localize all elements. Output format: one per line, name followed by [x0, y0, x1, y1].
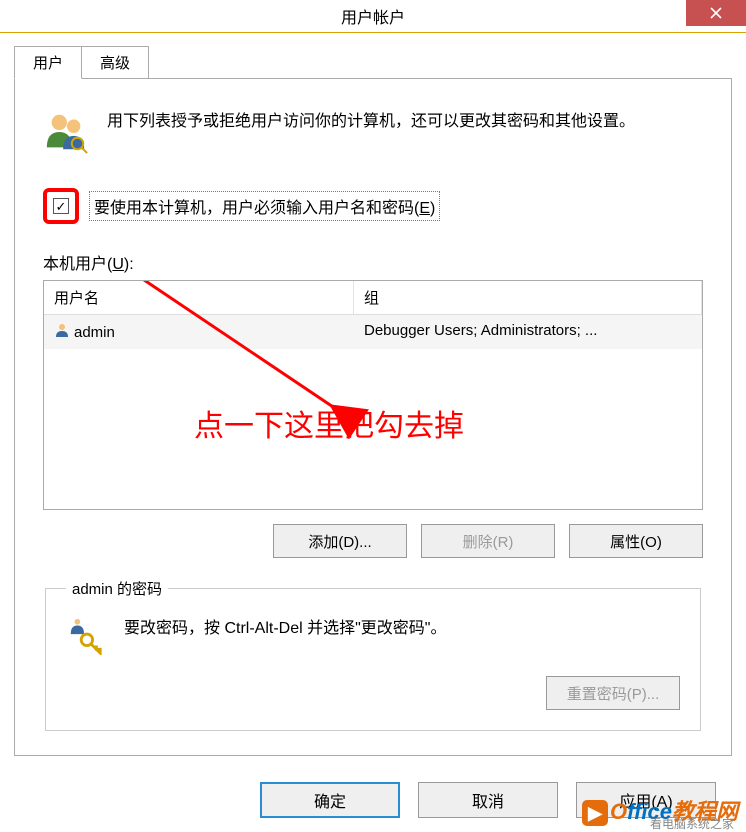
require-login-label[interactable]: 要使用本计算机，用户必须输入用户名和密码(E) [89, 191, 440, 221]
key-icon [66, 617, 104, 658]
checkbox-highlight: ✓ [43, 188, 79, 224]
close-icon [710, 7, 722, 19]
user-list-label: 本机用户(U): [43, 250, 703, 274]
reset-password-button: 重置密码(P)... [546, 676, 680, 710]
close-button[interactable] [686, 0, 746, 26]
annotation-text: 点一下这里把勾去掉 [194, 401, 464, 445]
titlebar: 用户帐户 [0, 0, 746, 33]
window-title: 用户帐户 [341, 4, 405, 28]
tab-strip: 用户 高级 [0, 33, 746, 78]
tab-advanced[interactable]: 高级 [81, 46, 149, 79]
cancel-button[interactable]: 取消 [418, 782, 558, 818]
users-icon [43, 109, 89, 158]
list-header: 用户名 组 [44, 281, 702, 315]
remove-button: 删除(R) [421, 524, 555, 558]
password-legend: admin 的密码 [66, 578, 168, 599]
tab-panel-users: 用下列表授予或拒绝用户访问你的计算机，还可以更改其密码和其他设置。 ✓ 要使用本… [14, 78, 732, 756]
column-group[interactable]: 组 [354, 281, 702, 314]
watermark-sub: 看电脑系统之家 [650, 815, 734, 832]
cell-username: admin [74, 324, 115, 341]
add-button[interactable]: 添加(D)... [273, 524, 407, 558]
user-icon [54, 322, 70, 342]
tab-users[interactable]: 用户 [14, 46, 82, 79]
watermark-badge-icon: ▶ [582, 800, 608, 826]
column-username[interactable]: 用户名 [44, 281, 354, 314]
password-group: admin 的密码 要改密码，按 Ctrl-Alt-Del 并选择"更改密码"。… [45, 578, 701, 731]
cell-group: Debugger Users; Administrators; ... [354, 319, 702, 345]
intro-text: 用下列表授予或拒绝用户访问你的计算机，还可以更改其密码和其他设置。 [107, 109, 703, 158]
ok-button[interactable]: 确定 [260, 782, 400, 818]
table-row[interactable]: admin Debugger Users; Administrators; ..… [44, 315, 702, 349]
password-text: 要改密码，按 Ctrl-Alt-Del 并选择"更改密码"。 [124, 617, 446, 641]
user-list[interactable]: 用户名 组 admin Debugger Users; Administrato… [43, 280, 703, 510]
properties-button[interactable]: 属性(O) [569, 524, 703, 558]
require-login-checkbox[interactable]: ✓ [53, 198, 69, 214]
